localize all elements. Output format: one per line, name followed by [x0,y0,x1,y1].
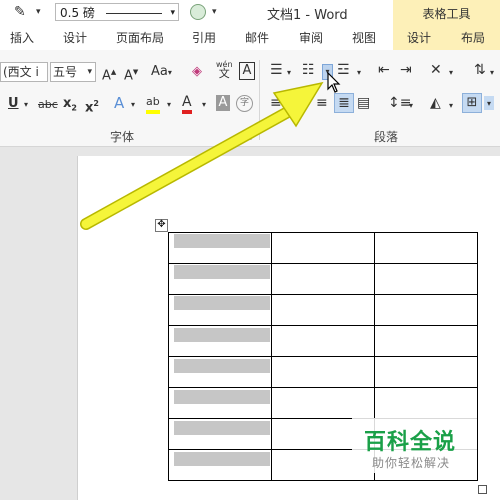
multilevel-dropdown-icon[interactable]: ▾ [357,65,361,81]
chinese-layout-icon[interactable]: ✕ [430,62,442,78]
bullets-dropdown-icon[interactable]: ▾ [287,65,291,81]
table-cell[interactable] [271,356,375,388]
tab-references[interactable]: 引用 [192,29,216,46]
pen-icon[interactable]: ✎ [14,4,26,20]
font-group-label: 字体 [110,130,135,144]
line-spacing-dropdown-icon[interactable]: ▾ [409,98,413,114]
shading-icon[interactable]: ◭ [430,95,441,111]
document-title: 文档1 - Word [267,8,348,23]
decrease-indent-icon[interactable]: ⇤ [378,62,390,78]
font-name-value: (西文 i [3,65,39,79]
highlight-dropdown-icon[interactable]: ▾ [167,97,171,113]
font-size-select[interactable]: 五号 ▾ [50,62,96,82]
table-cell[interactable] [271,232,375,264]
table-tools-title: 表格工具 [422,7,471,21]
line-weight-select[interactable]: 0.5 磅 ▾ [55,3,179,21]
cell-shading [174,327,270,342]
chinese-layout-dropdown-icon[interactable]: ▾ [449,65,453,81]
change-case-icon[interactable]: Aa▾ [151,64,172,81]
tab-view[interactable]: 视图 [352,29,376,46]
borders-icon[interactable]: ⊞ [462,93,482,113]
superscript-icon[interactable]: x2 [85,96,99,116]
line-weight-value: 0.5 磅 [60,6,95,20]
phonetic-guide-char: 文 [218,67,230,80]
highlight-color-icon[interactable]: ab [146,94,160,114]
strikethrough-icon[interactable]: abc [38,97,58,113]
table-cell[interactable] [374,325,478,357]
cell-shading [174,358,270,373]
underline-dropdown-icon[interactable]: ▾ [24,97,28,113]
table-cell[interactable] [271,325,375,357]
underline-icon[interactable]: U [8,96,19,112]
watermark-subtitle: 助你轻松解决 [372,456,451,470]
shading-dropdown-icon[interactable]: ▾ [449,98,453,114]
line-sample [106,13,162,14]
font-color-dropdown-icon[interactable]: ▾ [202,97,206,113]
justify-icon[interactable]: ≣ [334,93,354,113]
phonetic-guide-icon[interactable]: wén 文 [216,60,233,80]
tab-page-layout[interactable]: 页面布局 [116,29,164,46]
font-size-value: 五号 [53,65,78,79]
tab-table-design[interactable]: 设计 [407,29,431,46]
font-color-icon[interactable]: A [182,94,192,114]
line-spacing-icon[interactable]: ↕≡ [388,95,411,111]
increase-indent-icon[interactable]: ⇥ [400,62,412,78]
tab-review[interactable]: 审阅 [299,29,323,46]
table-cell[interactable] [271,294,375,326]
table-cell[interactable] [374,387,478,419]
numbering-icon[interactable]: ☷ [302,62,315,78]
character-border-icon[interactable]: A [239,62,255,80]
cell-shading [174,296,270,311]
sort-icon[interactable]: ⇅ [474,62,486,78]
cell-shading [174,265,270,280]
group-separator [259,60,260,140]
chevron-down-icon: ▾ [170,8,175,18]
paragraph-group-label: 段落 [374,130,399,144]
pen-color-dropdown-icon[interactable]: ▾ [212,4,217,20]
align-center-icon[interactable]: ≡ [296,95,308,111]
sort-dropdown-icon[interactable]: ▾ [490,65,494,81]
tab-insert[interactable]: 插入 [10,29,34,46]
cell-shading [174,234,270,248]
chevron-down-icon: ▾ [87,67,92,77]
clear-formatting-icon[interactable]: ◈ [192,64,202,80]
table-cell[interactable] [374,356,478,388]
mouse-cursor-icon [327,72,341,93]
character-shading-icon[interactable]: A [216,95,230,111]
align-left-icon[interactable]: ≡ [270,95,282,111]
grow-font-icon[interactable]: A▲ [102,64,116,84]
text-effects-icon[interactable]: A [114,95,124,111]
cell-shading [174,390,270,404]
distributed-icon[interactable]: ▤ [357,95,370,111]
subscript-icon[interactable]: x2 [63,96,77,117]
table-move-handle-icon[interactable]: ✥ [155,219,168,232]
tab-design[interactable]: 设计 [63,29,87,46]
tab-mailings[interactable]: 邮件 [245,29,269,46]
table-resize-handle[interactable] [478,485,487,494]
table-cell[interactable] [374,263,478,295]
table-cell[interactable] [271,263,375,295]
pen-color-icon[interactable] [190,4,206,20]
shrink-font-icon[interactable]: A▼ [124,64,138,84]
table-cell[interactable] [374,294,478,326]
watermark-title: 百科全说 [364,430,457,455]
align-right-icon[interactable]: ≡ [316,95,328,111]
borders-dropdown-icon[interactable]: ▾ [484,96,494,110]
pen-dropdown-icon[interactable]: ▾ [36,4,41,20]
bullets-icon[interactable]: ☰ [270,62,283,78]
text-effects-dropdown-icon[interactable]: ▾ [131,97,135,113]
cell-shading [174,421,270,436]
table-cell[interactable] [271,387,375,419]
tab-table-layout[interactable]: 布局 [461,29,485,46]
enclose-characters-icon[interactable]: 字 [236,95,253,112]
table-cell[interactable] [374,232,478,264]
font-name-select[interactable]: (西文 i [0,62,48,82]
font-dialog-launcher-icon[interactable]: ⌟ [248,129,252,145]
cell-shading [174,452,270,467]
